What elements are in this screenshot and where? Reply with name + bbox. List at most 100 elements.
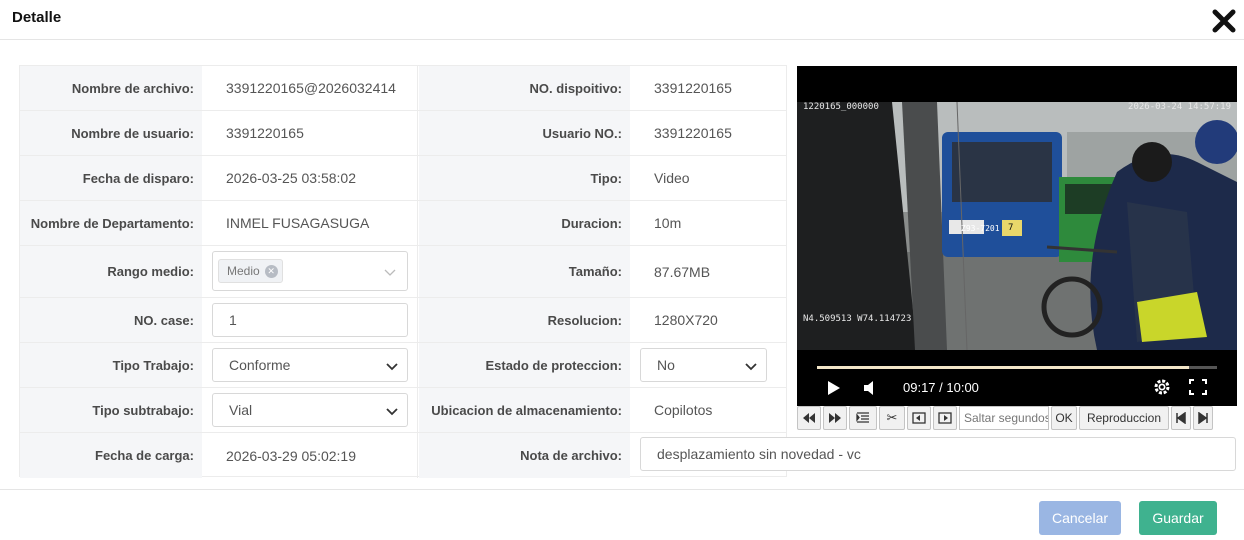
- list-icon: [856, 412, 869, 423]
- case-no-label: NO. case:: [20, 298, 202, 342]
- work-type-cell: Conforme: [202, 343, 418, 387]
- dialog-header: Detalle: [0, 0, 1244, 40]
- detail-dialog: Detalle Nombre de archivo: 3391220165@20…: [0, 0, 1244, 540]
- work-type-label: Tipo Trabajo:: [20, 343, 202, 387]
- first-button[interactable]: [1171, 406, 1191, 430]
- ok-button[interactable]: OK: [1051, 406, 1077, 430]
- upload-date-label: Fecha de carga:: [20, 433, 202, 478]
- cut-button[interactable]: ✂: [879, 406, 905, 430]
- form-row: Fecha de disparo: 2026-03-25 03:58:02 Ti…: [20, 156, 786, 201]
- volume-icon[interactable]: [863, 380, 877, 396]
- user-name-value: 3391220165: [202, 111, 418, 155]
- chevron-down-icon: [386, 408, 398, 416]
- user-name-label: Nombre de usuario:: [20, 111, 202, 155]
- fast-forward-icon: [829, 413, 841, 423]
- osd-datetime: 2026-03-24 14:57:19: [1128, 102, 1231, 112]
- form-row: Nombre de Departamento: INMEL FUSAGASUGA…: [20, 201, 786, 246]
- case-no-cell: 1: [202, 298, 418, 342]
- dialog-title: Detalle: [12, 9, 62, 26]
- save-button[interactable]: Guardar: [1139, 501, 1217, 535]
- file-note-label: Nota de archivo:: [419, 433, 630, 478]
- chevron-down-icon: [386, 363, 398, 371]
- type-value: Video: [654, 170, 690, 186]
- cancel-button[interactable]: Cancelar: [1039, 501, 1121, 535]
- device-no-value: 3391220165: [654, 80, 732, 96]
- upload-date-value: 2026-03-29 05:02:19: [202, 433, 418, 478]
- trigger-date-value: 2026-03-25 03:58:02: [202, 156, 418, 200]
- osd-device: 1220165_000000: [803, 102, 879, 112]
- form-row: NO. case: 1 Resolucion: 1280X720: [20, 298, 786, 343]
- scissors-icon: ✂: [886, 410, 898, 425]
- form-row: Tipo subtrabajo: Vial Ubicacion de almac…: [20, 388, 786, 433]
- form-row: Nombre de usuario: 3391220165 Usuario NO…: [20, 111, 786, 156]
- next-frame-button[interactable]: [933, 406, 957, 430]
- protection-state-label: Estado de proteccion:: [419, 343, 630, 387]
- storage-location-label: Ubicacion de almacenamiento:: [419, 388, 630, 432]
- chevron-down-icon: [745, 363, 757, 371]
- rewind-icon: [803, 413, 815, 423]
- resolution-value: 1280X720: [654, 312, 718, 328]
- list-button[interactable]: [849, 406, 877, 430]
- protection-state-cell: No: [630, 343, 786, 387]
- media-range-label: Rango medio:: [20, 246, 202, 297]
- video-player[interactable]: 1220165_000000 2026-03-24 14:57:19 N4.50…: [797, 66, 1237, 406]
- bus-route-text: Z93-7201: [961, 224, 1000, 233]
- video-toolbar: ✂ Saltar segundos OK Reproduccion: [797, 406, 1237, 432]
- department-label: Nombre de Departamento:: [20, 201, 202, 245]
- media-range-select[interactable]: Medio ✕: [212, 251, 408, 291]
- type-label: Tipo:: [419, 156, 630, 200]
- form-row: Nombre de archivo: 3391220165@2026032414…: [20, 66, 786, 111]
- jump-seconds-input[interactable]: Saltar segundos: [959, 406, 1049, 430]
- next-frame-icon: [938, 412, 952, 424]
- fullscreen-icon[interactable]: [1189, 379, 1207, 395]
- fast-forward-button[interactable]: [823, 406, 847, 430]
- user-no-label: Usuario NO.:: [419, 111, 630, 155]
- form-row: Rango medio: Medio ✕ Tamaño: 87.67MB: [20, 246, 786, 298]
- case-no-input[interactable]: 1: [212, 303, 408, 337]
- protection-state-select[interactable]: No: [640, 348, 767, 382]
- video-progress-fill: [817, 366, 1189, 369]
- department-value: INMEL FUSAGASUGA: [202, 201, 418, 245]
- resolution-label: Resolucion:: [419, 298, 630, 342]
- file-note-input[interactable]: desplazamiento sin novedad - vc: [640, 437, 1236, 471]
- bus-number-text: 7: [1008, 223, 1014, 233]
- form-row: Tipo Trabajo: Conforme Estado de protecc…: [20, 343, 786, 388]
- work-subtype-select[interactable]: Vial: [212, 393, 408, 427]
- chevron-down-icon: [384, 269, 396, 276]
- media-range-tag: Medio ✕: [218, 259, 283, 283]
- work-subtype-cell: Vial: [202, 388, 418, 432]
- settings-icon[interactable]: [1153, 378, 1171, 396]
- osd-coordinates: N4.509513 W74.114723: [803, 314, 912, 324]
- work-type-select[interactable]: Conforme: [212, 348, 408, 382]
- playback-button[interactable]: Reproduccion: [1079, 406, 1169, 430]
- work-subtype-selected: Vial: [229, 402, 253, 418]
- work-subtype-label: Tipo subtrabajo:: [20, 388, 202, 432]
- duration-value: 10m: [654, 215, 682, 231]
- rewind-button[interactable]: [797, 406, 821, 430]
- work-type-selected: Conforme: [229, 357, 291, 373]
- media-range-cell: Medio ✕: [202, 246, 418, 297]
- protection-state-selected: No: [657, 357, 675, 373]
- media-range-tag-label: Medio: [227, 264, 260, 278]
- close-icon[interactable]: [1209, 6, 1239, 36]
- prev-frame-icon: [912, 412, 926, 424]
- user-no-value: 3391220165: [654, 125, 732, 141]
- storage-location-value: Copilotos: [654, 402, 713, 418]
- prev-frame-button[interactable]: [907, 406, 931, 430]
- tag-remove-icon[interactable]: ✕: [264, 264, 278, 278]
- trigger-date-label: Fecha de disparo:: [20, 156, 202, 200]
- video-time: 09:17 / 10:00: [903, 380, 979, 395]
- file-name-value: 3391220165@2026032414: [202, 66, 418, 110]
- skip-start-icon: [1176, 412, 1186, 424]
- video-frame: 1220165_000000 2026-03-24 14:57:19 N4.50…: [797, 102, 1237, 350]
- play-icon[interactable]: [827, 380, 841, 396]
- detail-form: Nombre de archivo: 3391220165@2026032414…: [19, 65, 787, 478]
- dialog-footer: Cancelar Guardar: [0, 489, 1244, 540]
- skip-end-icon: [1198, 412, 1208, 424]
- duration-label: Duracion:: [419, 201, 630, 245]
- device-no-label: NO. dispoitivo:: [419, 66, 630, 110]
- video-progress-bar[interactable]: [817, 366, 1217, 369]
- last-button[interactable]: [1193, 406, 1213, 430]
- file-name-label: Nombre de archivo:: [20, 66, 202, 110]
- size-label: Tamaño:: [419, 246, 630, 297]
